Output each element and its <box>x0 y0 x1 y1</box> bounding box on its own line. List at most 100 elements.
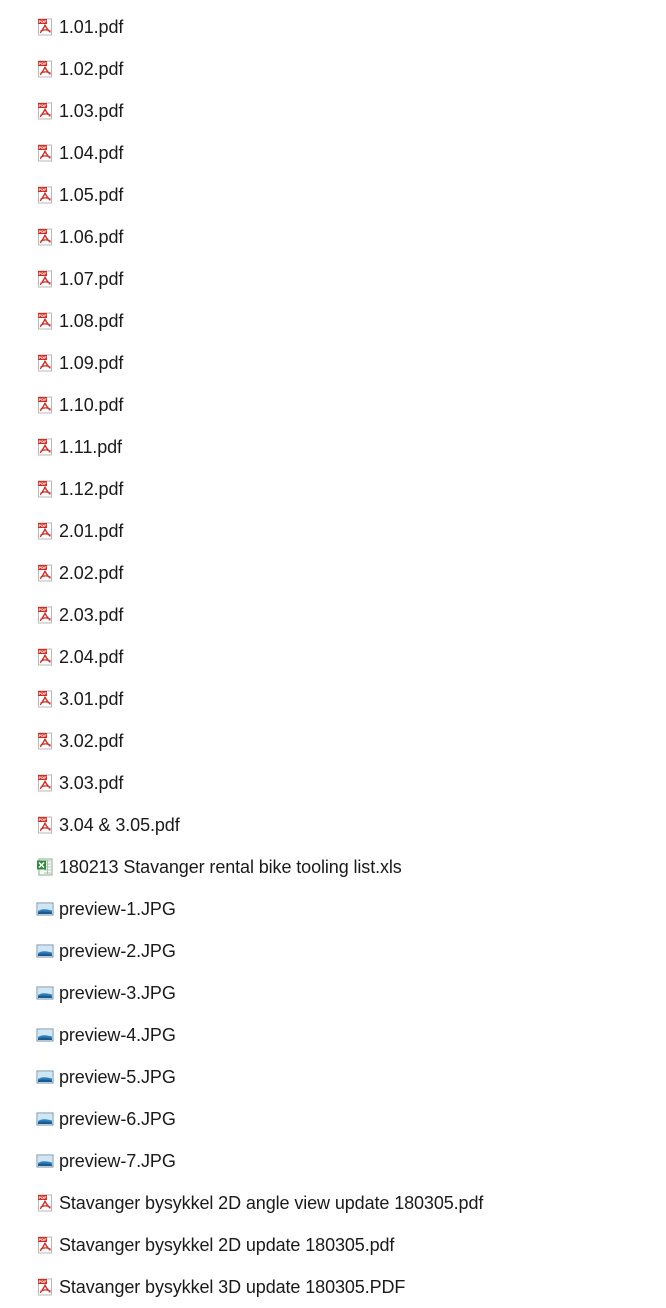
file-item[interactable]: PDF 1.10.pdf <box>36 384 483 426</box>
pdf-icon: PDF <box>36 396 54 414</box>
pdf-icon: PDF <box>36 564 54 582</box>
file-item[interactable]: PDF 1.01.pdf <box>36 6 483 48</box>
pdf-icon: PDF <box>36 480 54 498</box>
svg-text:PDF: PDF <box>38 692 47 696</box>
file-item[interactable]: PDF 1.08.pdf <box>36 300 483 342</box>
file-name: 2.01.pdf <box>59 521 124 541</box>
pdf-icon: PDF <box>36 816 54 834</box>
svg-text:PDF: PDF <box>38 104 47 108</box>
image-icon <box>36 1026 54 1044</box>
file-item[interactable]: PDF Stavanger bysykkel 2D update 180305.… <box>36 1224 483 1266</box>
file-item[interactable]: PDF Stavanger bysykkel 3D update 180305.… <box>36 1266 483 1308</box>
pdf-icon: PDF <box>36 690 54 708</box>
file-item[interactable]: PDF Stavanger bysykkel 2D angle view upd… <box>36 1182 483 1224</box>
svg-text:PDF: PDF <box>38 146 47 150</box>
file-name: 3.03.pdf <box>59 773 124 793</box>
file-item[interactable]: PDF 3.01.pdf <box>36 678 483 720</box>
file-name: Stavanger bysykkel 3D update 180305.PDF <box>59 1277 406 1297</box>
pdf-icon: PDF <box>36 312 54 330</box>
svg-text:PDF: PDF <box>38 272 47 276</box>
file-name: preview-6.JPG <box>59 1109 176 1129</box>
svg-text:PDF: PDF <box>38 188 47 192</box>
file-item[interactable]: preview-1.JPG <box>36 888 483 930</box>
svg-text:PDF: PDF <box>38 440 47 444</box>
file-item[interactable]: PDF 1.09.pdf <box>36 342 483 384</box>
file-item[interactable]: PDF 1.07.pdf <box>36 258 483 300</box>
file-item[interactable]: PDF 1.02.pdf <box>36 48 483 90</box>
file-name: Stavanger bysykkel 2D angle view update … <box>59 1193 484 1213</box>
file-name: preview-1.JPG <box>59 899 176 919</box>
svg-text:PDF: PDF <box>38 356 47 360</box>
file-name: 180213 Stavanger rental bike tooling lis… <box>59 857 402 877</box>
file-name: 1.06.pdf <box>59 227 124 247</box>
file-item[interactable]: PDF 1.04.pdf <box>36 132 483 174</box>
file-item[interactable]: PDF 2.02.pdf <box>36 552 483 594</box>
svg-text:PDF: PDF <box>38 818 47 822</box>
file-name: 1.10.pdf <box>59 395 124 415</box>
svg-text:PDF: PDF <box>38 398 47 402</box>
excel-icon <box>36 858 54 876</box>
pdf-icon: PDF <box>36 1194 54 1212</box>
file-name: 3.01.pdf <box>59 689 124 709</box>
pdf-icon: PDF <box>36 522 54 540</box>
pdf-icon: PDF <box>36 270 54 288</box>
file-item[interactable]: preview-2.JPG <box>36 930 483 972</box>
file-name: preview-4.JPG <box>59 1025 176 1045</box>
file-item[interactable]: preview-5.JPG <box>36 1056 483 1098</box>
file-name: 3.04 & 3.05.pdf <box>59 815 180 835</box>
file-name: 1.11.pdf <box>59 437 122 457</box>
file-item[interactable]: PDF 2.03.pdf <box>36 594 483 636</box>
file-item[interactable]: preview-7.JPG <box>36 1140 483 1182</box>
file-item[interactable]: PDF 3.04 & 3.05.pdf <box>36 804 483 846</box>
file-item[interactable]: PDF 3.02.pdf <box>36 720 483 762</box>
file-item[interactable]: PDF 1.12.pdf <box>36 468 483 510</box>
file-item[interactable]: preview-3.JPG <box>36 972 483 1014</box>
pdf-icon: PDF <box>36 228 54 246</box>
pdf-icon: PDF <box>36 60 54 78</box>
file-item[interactable]: PDF 2.04.pdf <box>36 636 483 678</box>
file-name: 1.03.pdf <box>59 101 124 121</box>
svg-text:PDF: PDF <box>38 314 47 318</box>
svg-text:PDF: PDF <box>38 1196 47 1200</box>
svg-text:PDF: PDF <box>38 1280 47 1284</box>
file-item[interactable]: PDF 3.03.pdf <box>36 762 483 804</box>
file-item[interactable]: preview-6.JPG <box>36 1098 483 1140</box>
pdf-icon: PDF <box>36 102 54 120</box>
file-name: preview-7.JPG <box>59 1151 176 1171</box>
svg-text:PDF: PDF <box>38 608 47 612</box>
file-name: preview-5.JPG <box>59 1067 176 1087</box>
file-item[interactable]: 180213 Stavanger rental bike tooling lis… <box>36 846 483 888</box>
svg-text:PDF: PDF <box>38 482 47 486</box>
file-name: 2.04.pdf <box>59 647 124 667</box>
file-name: 1.08.pdf <box>59 311 124 331</box>
svg-text:PDF: PDF <box>38 524 47 528</box>
file-name: Stavanger bysykkel 2D update 180305.pdf <box>59 1235 395 1255</box>
svg-text:PDF: PDF <box>38 734 47 738</box>
pdf-icon: PDF <box>36 144 54 162</box>
file-item[interactable]: PDF 1.06.pdf <box>36 216 483 258</box>
pdf-icon: PDF <box>36 732 54 750</box>
file-name: preview-2.JPG <box>59 941 176 961</box>
file-name: 1.05.pdf <box>59 185 124 205</box>
svg-text:PDF: PDF <box>38 1238 47 1242</box>
file-item[interactable]: preview-4.JPG <box>36 1014 483 1056</box>
file-name: 1.02.pdf <box>59 59 124 79</box>
svg-text:PDF: PDF <box>38 20 47 24</box>
file-item[interactable]: PDF 2.01.pdf <box>36 510 483 552</box>
pdf-icon: PDF <box>36 1278 54 1296</box>
image-icon <box>36 900 54 918</box>
pdf-icon: PDF <box>36 606 54 624</box>
file-name: preview-3.JPG <box>59 983 176 1003</box>
pdf-icon: PDF <box>36 438 54 456</box>
image-icon <box>36 1152 54 1170</box>
file-item[interactable]: PDF 1.11.pdf <box>36 426 483 468</box>
pdf-icon: PDF <box>36 186 54 204</box>
file-item[interactable]: PDF 1.03.pdf <box>36 90 483 132</box>
image-icon <box>36 1110 54 1128</box>
file-name: 1.04.pdf <box>59 143 124 163</box>
file-item[interactable]: PDF 1.05.pdf <box>36 174 483 216</box>
image-icon <box>36 984 54 1002</box>
image-icon <box>36 1068 54 1086</box>
svg-text:PDF: PDF <box>38 62 47 66</box>
image-icon <box>36 942 54 960</box>
